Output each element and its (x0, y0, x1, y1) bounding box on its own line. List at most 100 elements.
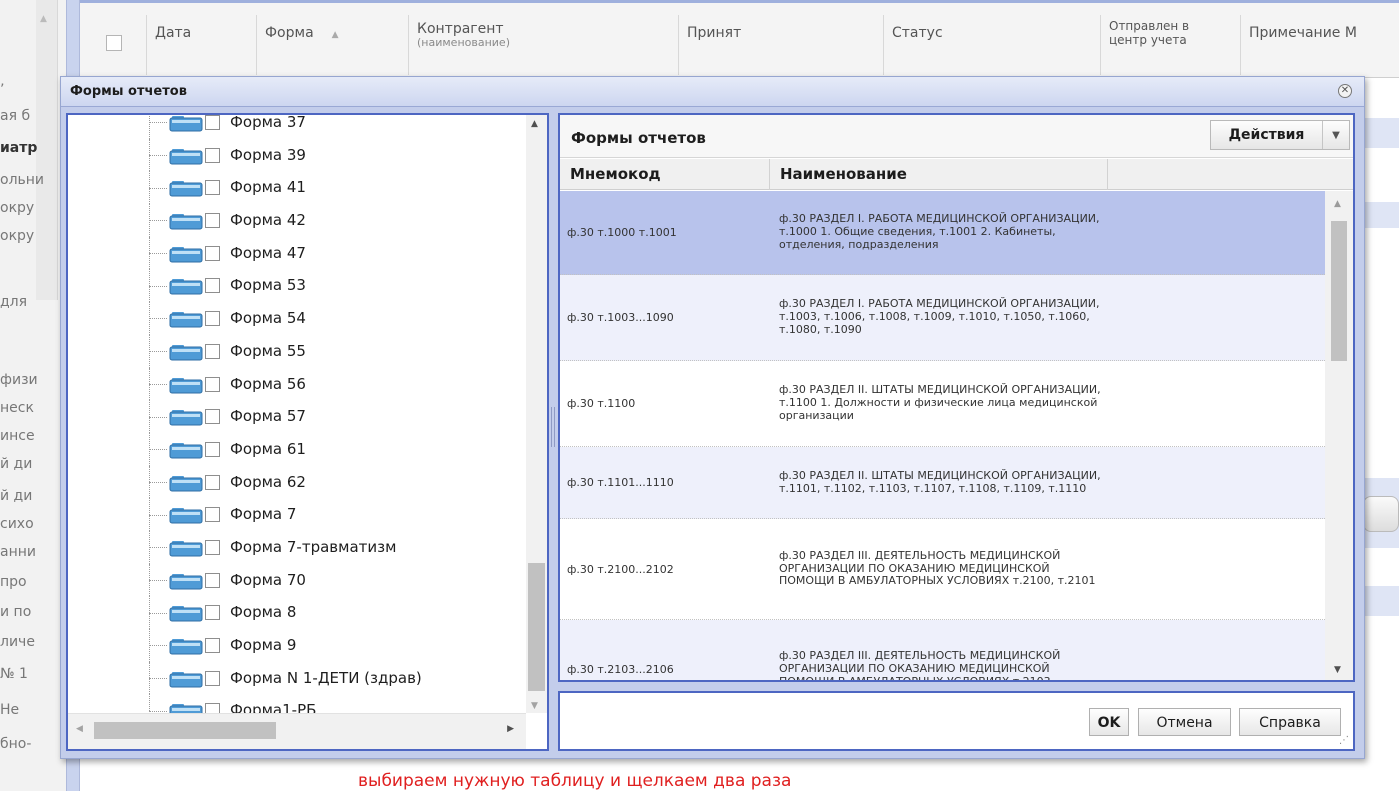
tree-item[interactable]: Форма 54 (68, 302, 526, 335)
tree-item[interactable]: Форма 37 (68, 115, 526, 139)
background-row-fragment: окру (0, 228, 35, 244)
help-button[interactable]: Справка (1239, 708, 1341, 736)
tree-item-label: Форма 53 (230, 276, 306, 295)
tree-item-checkbox[interactable] (205, 213, 220, 229)
tree-item-checkbox[interactable] (205, 670, 220, 686)
tree-item-checkbox[interactable] (205, 572, 220, 588)
tree-item-checkbox[interactable] (205, 311, 220, 327)
column-note[interactable]: Примечание М (1240, 15, 1399, 75)
folder-icon (169, 671, 203, 688)
tree-item-label: Форма 8 (230, 603, 297, 622)
grid-body: ф.30 т.1000 т.1001 ф.30 РАЗДЕЛ I. РАБОТА … (560, 191, 1325, 680)
tree-item[interactable]: Форма 41 (68, 171, 526, 205)
background-row-fragment: й ди (0, 456, 33, 472)
column-accepted[interactable]: Принят (678, 15, 883, 75)
tree-item[interactable]: Форма 55 (68, 334, 526, 368)
column-name[interactable]: Наименование (770, 159, 1108, 190)
actions-dropdown-button[interactable]: Действия ▼ (1210, 120, 1350, 150)
tree-item-checkbox[interactable] (205, 278, 220, 294)
tree-vertical-scroll-thumb[interactable] (528, 563, 545, 691)
tree-item[interactable]: Форма 9 (68, 629, 526, 662)
scroll-down-arrow-icon[interactable]: ▼ (1334, 665, 1341, 675)
scroll-right-arrow-icon[interactable]: ▶ (507, 724, 514, 734)
tree-connector (149, 449, 167, 451)
cancel-button[interactable]: Отмена (1138, 708, 1231, 736)
tree-horizontal-scroll-thumb[interactable] (94, 722, 276, 739)
table-row[interactable]: ф.30 т.1100 ф.30 РАЗДЕЛ II. ШТАТЫ МЕДИЦИН… (560, 361, 1325, 447)
table-row[interactable]: ф.30 т.1003...1090 ф.30 РАЗДЕЛ I. РАБОТА … (560, 275, 1325, 361)
column-note-label: Примечание М (1249, 25, 1357, 41)
tree-connector (149, 115, 150, 139)
scroll-up-arrow-icon[interactable]: ▲ (1334, 199, 1341, 209)
tree-item[interactable]: Форма 56 (68, 367, 526, 401)
tree-item-checkbox[interactable] (205, 605, 220, 621)
tree-item-label: Форма 61 (230, 439, 306, 458)
table-row[interactable]: ф.30 т.1000 т.1001 ф.30 РАЗДЕЛ I. РАБОТА … (560, 191, 1325, 275)
select-all-checkbox[interactable] (106, 35, 122, 51)
dialog-title-bar[interactable]: Формы отчетов ✕ (61, 77, 1364, 107)
resize-grip-icon[interactable]: ⋰ (1339, 735, 1351, 747)
tree-vertical-scrollbar[interactable]: ▲ ▼ (526, 115, 547, 713)
tree-item-checkbox[interactable] (205, 638, 220, 653)
tree-item[interactable]: Форма 61 (68, 432, 526, 466)
tree-item-checkbox[interactable] (205, 180, 220, 196)
background-row-fragment (0, 262, 66, 282)
tree-item[interactable]: Форма 7 (68, 498, 526, 531)
tool-button-icon[interactable] (1363, 496, 1399, 532)
column-status[interactable]: Статус (883, 15, 1100, 75)
tree-item[interactable]: Форма 7-травматизм (68, 530, 526, 564)
panel-header: Формы отчетов Действия ▼ (560, 115, 1353, 158)
tree-item-checkbox[interactable] (205, 441, 220, 457)
background-row-fragment: физи (0, 372, 38, 388)
tree-item[interactable]: Форма 8 (68, 596, 526, 629)
folder-icon (169, 246, 203, 263)
column-date[interactable]: Дата (146, 15, 256, 75)
tree-item-checkbox[interactable] (205, 147, 220, 163)
tree-item-checkbox[interactable] (205, 376, 220, 392)
column-form-label: Форма (265, 25, 314, 41)
tree-item[interactable]: Форма 62 (68, 465, 526, 499)
instruction-text: выбираем нужную таблицу и щелкаем два ра… (358, 771, 792, 791)
tree-item-label: Форма 56 (230, 374, 306, 393)
table-row[interactable]: ф.30 т.1101...1110 ф.30 РАЗДЕЛ II. ШТАТЫ … (560, 447, 1325, 519)
tree-item[interactable]: Форма 42 (68, 204, 526, 237)
ok-button[interactable]: OK (1089, 708, 1129, 736)
column-sent-to-center[interactable]: Отправлен в центр учета (1100, 15, 1240, 75)
grid-header: Мнемокод Наименование (560, 159, 1353, 190)
tree-connector (149, 514, 167, 516)
folder-icon (169, 573, 203, 590)
report-forms-panel: Формы отчетов Действия ▼ Мнемокод Наимен… (558, 113, 1355, 682)
row-name: ф.30 РАЗДЕЛ III. ДЕЯТЕЛЬНОСТЬ МЕДИЦИНСКО… (779, 548, 1096, 588)
panel-splitter[interactable] (551, 407, 555, 447)
column-counterparty[interactable]: Контрагент (наименование) (408, 15, 678, 75)
tree-item[interactable]: Форма 47 (68, 236, 526, 270)
tree-item[interactable]: Форма 53 (68, 269, 526, 303)
table-row[interactable]: ф.30 т.2100...2102 ф.30 РАЗДЕЛ III. ДЕЯТЕ… (560, 519, 1325, 620)
tree-item-checkbox[interactable] (205, 245, 220, 261)
tree-item-checkbox[interactable] (205, 474, 220, 490)
scroll-up-arrow-icon[interactable]: ▲ (40, 14, 50, 24)
close-icon[interactable]: ✕ (1338, 84, 1352, 98)
grid-vertical-scrollbar[interactable]: ▲ ▼ (1325, 191, 1353, 680)
tree-connector (149, 694, 150, 711)
column-form[interactable]: Форма ▲ (256, 15, 408, 75)
tree-item[interactable]: Форма 39 (68, 138, 526, 172)
tree-item[interactable]: Форма N 1-ДЕТИ (здрав) (68, 661, 526, 695)
tree-item-checkbox[interactable] (205, 507, 220, 523)
scroll-down-arrow-icon[interactable]: ▼ (531, 701, 538, 711)
column-mnemocode[interactable]: Мнемокод (560, 159, 770, 190)
tree-item-checkbox[interactable] (205, 409, 220, 425)
scroll-left-arrow-icon[interactable]: ◀ (76, 724, 83, 734)
tree-item-checkbox[interactable] (205, 343, 220, 359)
chevron-down-icon[interactable]: ▼ (1323, 130, 1349, 141)
tree-horizontal-scrollbar[interactable]: ◀ ▶ (68, 713, 526, 749)
scroll-up-arrow-icon[interactable]: ▲ (531, 119, 538, 129)
tree-item-checkbox[interactable] (205, 539, 220, 555)
background-row-fragment: ольни (0, 172, 45, 188)
tree-item-label: Форма 9 (230, 636, 297, 654)
tree-item[interactable]: Форма 57 (68, 400, 526, 433)
tree-item[interactable]: Форма 70 (68, 563, 526, 597)
grid-vertical-scroll-thumb[interactable] (1331, 221, 1347, 361)
table-row[interactable]: ф.30 т.2103...2106 ф.30 РАЗДЕЛ III. ДЕЯТЕ… (560, 620, 1325, 680)
tree-item-checkbox[interactable] (205, 115, 220, 130)
